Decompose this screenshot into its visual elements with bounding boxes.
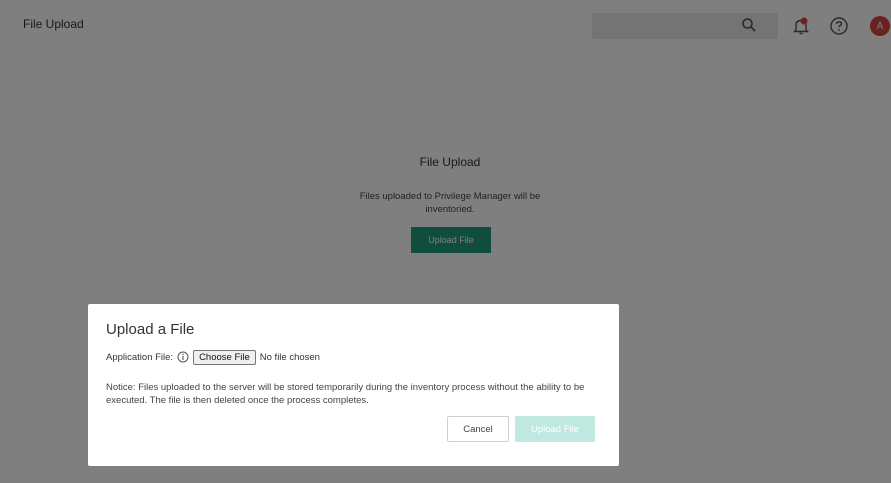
choose-file-button[interactable]: Choose File (193, 349, 256, 365)
info-icon[interactable] (177, 351, 189, 363)
upload-dialog: Upload a File Application File: Choose F… (88, 304, 619, 466)
file-status-text: No file chosen (259, 351, 320, 363)
dialog-upload-file-button[interactable]: Upload File (515, 416, 595, 442)
application-file-row: Application File: Choose File No file ch… (106, 349, 320, 365)
cancel-button[interactable]: Cancel (447, 416, 509, 442)
notice-text: Notice: Files uploaded to the server wil… (106, 382, 585, 406)
dialog-title: Upload a File (106, 321, 195, 338)
application-file-label: Application File: (106, 351, 174, 363)
